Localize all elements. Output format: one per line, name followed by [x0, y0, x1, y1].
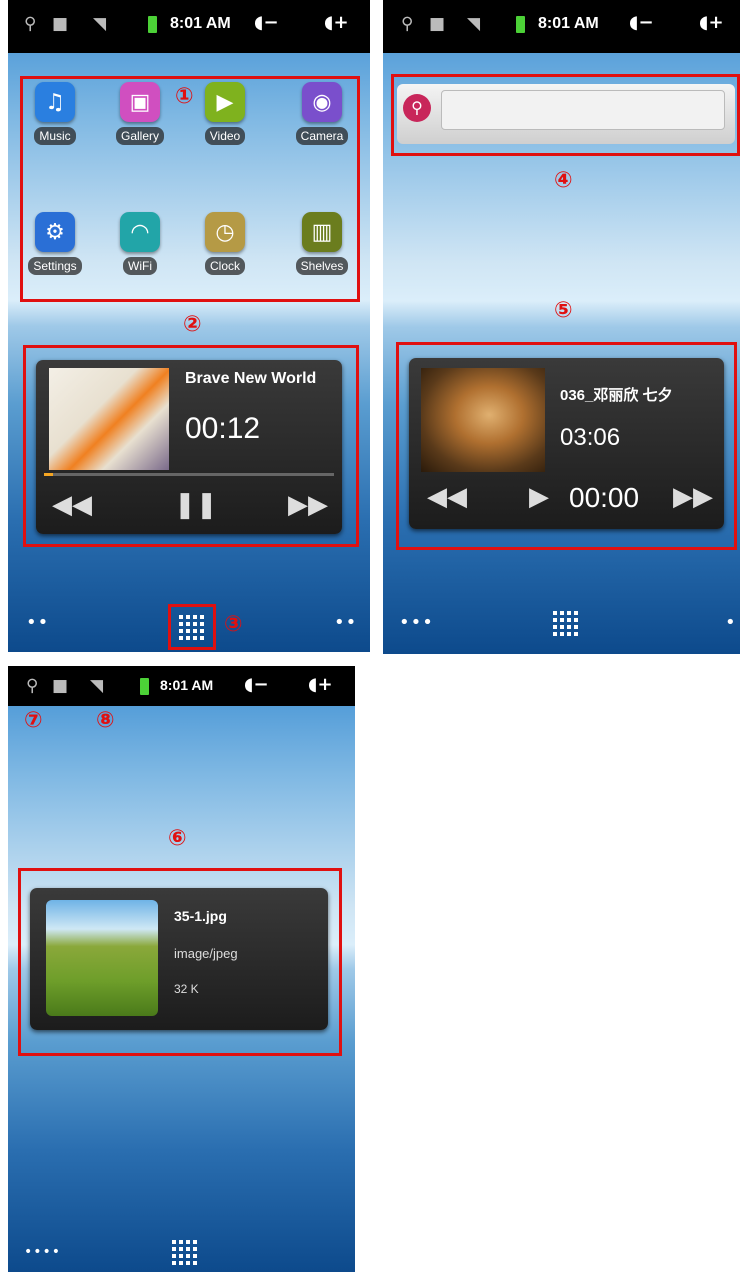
app-drawer-icon[interactable]	[172, 1240, 198, 1266]
app-shortcut-video[interactable]: ▶ Video	[190, 82, 260, 145]
gallery-icon: ▣	[120, 82, 160, 122]
status-bar: ⚲ ■ ◥ 8:01 AM ◖− ◖+	[383, 0, 740, 53]
progress-bar[interactable]	[44, 473, 334, 476]
left-page-dots[interactable]: ••	[26, 612, 49, 633]
photo-mime-type: image/jpeg	[174, 946, 238, 961]
clock-time: 8:01 AM	[170, 15, 231, 32]
annotation-7: ⑦	[24, 708, 43, 733]
track-title: 036_邓丽欣 七夕	[560, 387, 673, 404]
screen-photo-widget: ⚲ ■ ◥ 8:01 AM ◖− ◖+ ⑦ ⑧ ⑥ 35-1.jpg image…	[8, 666, 355, 1272]
android-debug-icon: ■	[429, 14, 446, 34]
music-icon: ♫	[35, 82, 75, 122]
app-label: WiFi	[123, 257, 157, 275]
app-drawer-icon[interactable]	[179, 615, 205, 641]
volume-up-button[interactable]: ◖+	[324, 12, 349, 33]
video-icon: ▶	[205, 82, 245, 122]
search-widget: ⚲	[397, 84, 735, 144]
app-label: Clock	[204, 257, 245, 275]
app-label: Shelves	[295, 257, 349, 275]
app-drawer-icon[interactable]	[553, 611, 579, 637]
annotation-5: ⑤	[554, 298, 573, 323]
photo-size: 32 K	[174, 982, 199, 996]
app-shortcut-music[interactable]: ♫ Music	[20, 82, 90, 145]
music-widget[interactable]: 036_邓丽欣 七夕 03:06 ◀◀ ▶ 00:00 ▶▶	[409, 358, 724, 529]
album-art	[49, 368, 169, 470]
search-input[interactable]	[441, 90, 725, 130]
rewind-button[interactable]: ◀◀	[52, 490, 92, 520]
settings-icon: ⚙	[35, 212, 75, 252]
wifi-signal-icon: ◥	[467, 14, 481, 34]
wifi-icon: ◠	[120, 212, 160, 252]
app-shortcut-clock[interactable]: ◷ Clock	[190, 212, 260, 275]
photo-widget[interactable]: 35-1.jpg image/jpeg 32 K	[30, 888, 328, 1030]
status-bar: ⚲ ■ ◥ 8:01 AM ◖− ◖+	[8, 666, 355, 706]
volume-down-button[interactable]: ◖−	[254, 12, 279, 33]
battery-icon	[148, 16, 157, 33]
usb-icon: ⚲	[401, 14, 414, 34]
android-debug-icon: ■	[52, 676, 69, 696]
pause-button[interactable]: ❚❚	[174, 490, 218, 520]
screen-search-music: ⚲ ■ ◥ 8:01 AM ◖− ◖+ ⚲ ④ ⑤ 036_邓丽欣 七夕 03:…	[383, 0, 740, 654]
wifi-signal-icon: ◥	[93, 14, 107, 34]
playback-position: 00:00	[569, 482, 640, 513]
camera-icon: ◉	[302, 82, 342, 122]
annotation-2: ②	[183, 312, 202, 337]
annotation-6: ⑥	[168, 826, 187, 851]
clock-time: 8:01 AM	[160, 677, 214, 693]
usb-icon: ⚲	[24, 14, 37, 34]
annotation-8: ⑧	[96, 708, 115, 733]
clock-time: 8:01 AM	[538, 15, 599, 32]
annotation-4: ④	[554, 168, 573, 193]
usb-icon: ⚲	[26, 676, 39, 696]
annotation-3: ③	[224, 612, 243, 637]
track-title: Brave New World	[185, 370, 317, 387]
app-shortcut-gallery[interactable]: ▣ Gallery	[105, 82, 175, 145]
play-button[interactable]: ▶	[529, 482, 549, 512]
volume-down-button[interactable]: ◖−	[629, 12, 654, 33]
app-shortcut-shelves[interactable]: ▥ Shelves	[287, 212, 357, 275]
left-page-dots[interactable]: •••	[399, 612, 434, 633]
app-label: Settings	[28, 257, 82, 275]
track-duration: 03:06	[560, 424, 621, 451]
progress-fill	[44, 473, 53, 476]
app-label: Music	[34, 127, 76, 145]
clock-icon: ◷	[205, 212, 245, 252]
app-shortcut-camera[interactable]: ◉ Camera	[287, 82, 357, 145]
elapsed-time: 00:12	[185, 412, 261, 445]
app-shortcut-settings[interactable]: ⚙ Settings	[20, 212, 90, 275]
music-widget[interactable]: Brave New World 00:12 ◀◀ ❚❚ ▶▶	[36, 360, 342, 534]
photo-filename: 35-1.jpg	[174, 908, 227, 924]
status-bar: ⚲ ■ ◥ 8:01 AM ◖− ◖+	[8, 0, 370, 53]
android-debug-icon: ■	[52, 14, 69, 34]
wifi-signal-icon: ◥	[90, 676, 104, 696]
app-label: Camera	[295, 127, 349, 145]
album-art	[421, 368, 545, 472]
fast-forward-button[interactable]: ▶▶	[288, 490, 328, 520]
volume-down-button[interactable]: ◖−	[244, 674, 269, 695]
app-label: Gallery	[115, 127, 164, 145]
volume-up-button[interactable]: ◖+	[699, 12, 724, 33]
app-label: Video	[204, 127, 246, 145]
screen-home-apps: ⚲ ■ ◥ 8:01 AM ◖− ◖+ ① ♫ Music ▣ Gallery ▶ Vid…	[8, 0, 370, 652]
rewind-button[interactable]: ◀◀	[427, 482, 467, 512]
battery-icon	[140, 678, 149, 695]
right-page-dots[interactable]: •	[725, 612, 737, 633]
shelves-icon: ▥	[302, 212, 342, 252]
left-page-dots[interactable]: ••••	[24, 1244, 61, 1260]
search-engine-icon[interactable]: ⚲	[403, 94, 431, 122]
battery-icon	[516, 16, 525, 33]
right-page-dots[interactable]: ••	[334, 612, 357, 633]
app-shortcut-wifi[interactable]: ◠ WiFi	[105, 212, 175, 275]
photo-thumbnail	[46, 900, 158, 1016]
fast-forward-button[interactable]: ▶▶	[673, 482, 713, 512]
volume-up-button[interactable]: ◖+	[308, 674, 333, 695]
